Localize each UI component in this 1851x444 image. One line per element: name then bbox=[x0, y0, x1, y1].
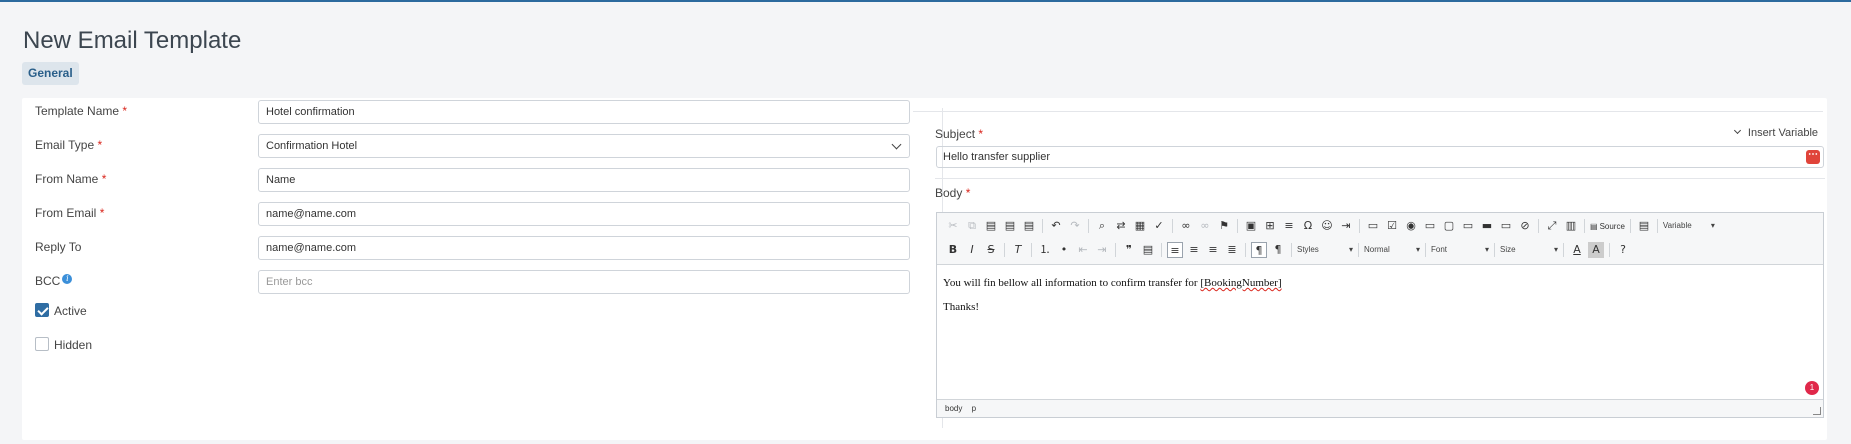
paste-icon[interactable]: ▤ bbox=[983, 218, 999, 234]
format-dropdown[interactable]: Normal bbox=[1364, 242, 1420, 258]
path-item-body[interactable]: body bbox=[945, 404, 962, 413]
paste-text-icon[interactable]: ▤ bbox=[1002, 218, 1018, 234]
rtl-icon[interactable]: ¶ bbox=[1270, 242, 1286, 258]
hidden-label: Hidden bbox=[54, 338, 93, 352]
body-label: Body * bbox=[935, 186, 971, 200]
italic-icon[interactable]: I bbox=[964, 242, 980, 258]
content-paragraph: Thanks! bbox=[943, 301, 980, 313]
button-icon[interactable]: ▬ bbox=[1479, 218, 1495, 234]
from-email-label: From Email * bbox=[35, 206, 105, 220]
align-justify-icon[interactable]: ≣ bbox=[1224, 242, 1240, 258]
variable-dropdown[interactable]: Variable bbox=[1663, 218, 1715, 234]
paste-word-icon[interactable]: ▤ bbox=[1021, 218, 1037, 234]
anchor-icon[interactable]: ⚑ bbox=[1216, 218, 1232, 234]
divider bbox=[935, 178, 1825, 179]
editor-content[interactable]: You will fin bellow all information to c… bbox=[943, 277, 1282, 325]
tab-general[interactable]: General bbox=[22, 62, 79, 85]
template-name-input[interactable]: Hotel confirmation bbox=[258, 100, 910, 124]
radio-icon[interactable]: ◉ bbox=[1403, 218, 1419, 234]
more-options-icon[interactable]: ⋯ bbox=[1806, 150, 1820, 164]
outdent-icon[interactable]: ⇤ bbox=[1075, 242, 1091, 258]
email-type-label: Email Type * bbox=[35, 138, 103, 152]
source-icon: ▤ bbox=[1590, 221, 1598, 231]
select-all-icon[interactable]: ▦ bbox=[1132, 218, 1148, 234]
remove-format-icon[interactable]: T bbox=[1010, 242, 1026, 258]
textfield-icon[interactable]: ▭ bbox=[1422, 218, 1438, 234]
special-char-icon[interactable]: Ω bbox=[1300, 218, 1316, 234]
hidden-field-icon[interactable]: ⊘ bbox=[1517, 218, 1533, 234]
notification-badge[interactable]: 1 bbox=[1805, 381, 1819, 395]
align-left-icon[interactable]: ≡ bbox=[1167, 242, 1183, 258]
undo-icon[interactable]: ↶ bbox=[1048, 218, 1064, 234]
ltr-icon[interactable]: ¶ bbox=[1251, 242, 1267, 258]
hidden-checkbox[interactable] bbox=[35, 337, 49, 351]
page-title: New Email Template bbox=[23, 27, 242, 54]
show-blocks-icon[interactable]: ▥ bbox=[1563, 218, 1579, 234]
templates-icon[interactable]: ▤ bbox=[1636, 218, 1652, 234]
image-icon[interactable]: ▣ bbox=[1243, 218, 1259, 234]
blockquote-icon[interactable]: ❞ bbox=[1121, 242, 1137, 258]
editor-toolbar: ✂ ⧉ ▤ ▤ ▤ ↶ ↷ ⌕ ⇄ ▦ ✓ ∞ ∞ ⚑ ▣ ⊞ ≡ Ω ☺ ⇥ … bbox=[937, 213, 1823, 265]
chevron-down-icon bbox=[891, 139, 902, 150]
path-item-p[interactable]: p bbox=[972, 404, 976, 413]
smiley-icon[interactable]: ☺ bbox=[1319, 218, 1335, 234]
top-accent-line bbox=[0, 0, 1851, 2]
strikethrough-icon[interactable]: S bbox=[983, 242, 999, 258]
cut-icon[interactable]: ✂ bbox=[945, 218, 961, 234]
unlink-icon[interactable]: ∞ bbox=[1197, 218, 1213, 234]
copy-icon[interactable]: ⧉ bbox=[964, 218, 980, 234]
from-name-label: From Name * bbox=[35, 172, 107, 186]
subject-label: Subject * bbox=[935, 127, 984, 141]
checkbox-icon[interactable]: ☑ bbox=[1384, 218, 1400, 234]
textarea-icon[interactable]: ▢ bbox=[1441, 218, 1457, 234]
styles-dropdown[interactable]: Styles bbox=[1297, 242, 1353, 258]
bcc-input[interactable]: Enter bcc bbox=[258, 270, 910, 294]
email-type-select[interactable]: Confirmation Hotel bbox=[258, 134, 910, 158]
image-button-icon[interactable]: ▭ bbox=[1498, 218, 1514, 234]
info-icon[interactable]: i bbox=[62, 274, 73, 284]
help-icon[interactable]: ? bbox=[1615, 242, 1631, 258]
reply-to-input[interactable]: name@name.com bbox=[258, 236, 910, 260]
align-right-icon[interactable]: ≡ bbox=[1205, 242, 1221, 258]
spellcheck-icon[interactable]: ✓ bbox=[1151, 218, 1167, 234]
from-name-input[interactable]: Name bbox=[258, 168, 910, 192]
content-paragraph: You will fin bellow all information to c… bbox=[943, 277, 1282, 289]
editor-statusbar: body p bbox=[937, 399, 1823, 417]
align-center-icon[interactable]: ≡ bbox=[1186, 242, 1202, 258]
size-dropdown[interactable]: Size bbox=[1500, 242, 1558, 258]
active-label: Active bbox=[54, 304, 87, 318]
font-dropdown[interactable]: Font bbox=[1431, 242, 1489, 258]
divider bbox=[913, 111, 1823, 112]
bulleted-list-icon[interactable]: • bbox=[1056, 242, 1072, 258]
replace-icon[interactable]: ⇄ bbox=[1113, 218, 1129, 234]
from-email-input[interactable]: name@name.com bbox=[258, 202, 910, 226]
redo-icon[interactable]: ↷ bbox=[1067, 218, 1083, 234]
subject-input[interactable]: Hello transfer supplier ⋯ bbox=[936, 146, 1824, 168]
indent-icon[interactable]: ⇥ bbox=[1094, 242, 1110, 258]
numbered-list-icon[interactable]: ⒈ bbox=[1037, 242, 1053, 258]
horizontal-line-icon[interactable]: ≡ bbox=[1281, 218, 1297, 234]
template-name-label: Template Name * bbox=[35, 104, 128, 118]
active-checkbox[interactable] bbox=[35, 303, 49, 317]
select-icon[interactable]: ▭ bbox=[1460, 218, 1476, 234]
bcc-label: BCC i bbox=[35, 274, 73, 288]
source-button[interactable]: ▤ Source bbox=[1590, 222, 1625, 231]
resize-handle-icon[interactable] bbox=[1813, 407, 1821, 415]
table-icon[interactable]: ⊞ bbox=[1262, 218, 1278, 234]
page-break-icon[interactable]: ⇥ bbox=[1338, 218, 1354, 234]
maximize-icon[interactable]: ⤢ bbox=[1544, 218, 1560, 234]
text-color-icon[interactable]: A bbox=[1569, 242, 1585, 258]
insert-variable-button[interactable]: Insert Variable bbox=[1733, 126, 1818, 139]
bg-color-icon[interactable]: A bbox=[1588, 242, 1604, 258]
chevron-down-icon bbox=[1733, 126, 1741, 135]
link-icon[interactable]: ∞ bbox=[1178, 218, 1194, 234]
bold-icon[interactable]: B bbox=[945, 242, 961, 258]
find-icon[interactable]: ⌕ bbox=[1094, 218, 1110, 234]
form-icon[interactable]: ▭ bbox=[1365, 218, 1381, 234]
booking-number-variable: [BookingNumber] bbox=[1200, 277, 1282, 289]
rich-text-editor[interactable]: ✂ ⧉ ▤ ▤ ▤ ↶ ↷ ⌕ ⇄ ▦ ✓ ∞ ∞ ⚑ ▣ ⊞ ≡ Ω ☺ ⇥ … bbox=[936, 212, 1824, 418]
div-icon[interactable]: ▤ bbox=[1140, 242, 1156, 258]
reply-to-label: Reply To bbox=[35, 240, 82, 254]
